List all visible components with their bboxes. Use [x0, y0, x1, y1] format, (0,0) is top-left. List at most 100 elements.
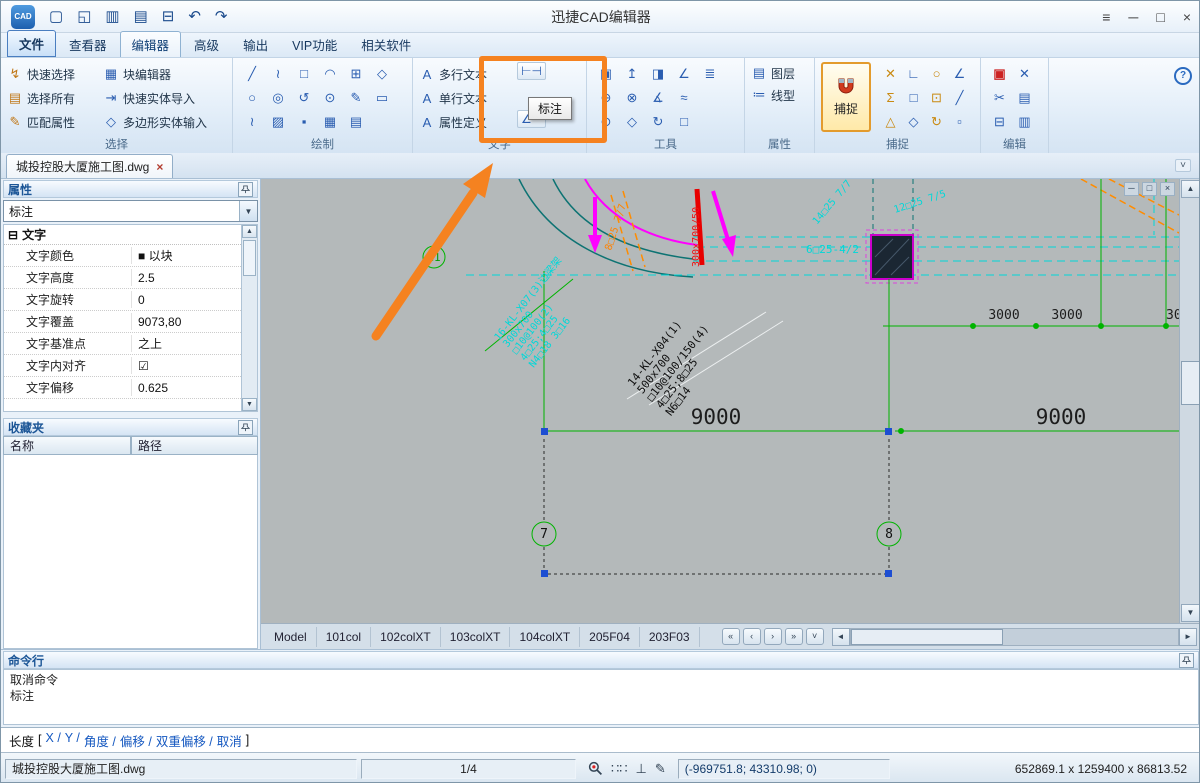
- edit-tool-icon[interactable]: ✕: [1012, 64, 1037, 84]
- ribbon-button[interactable]: ⇥ 快速实体导入: [103, 90, 229, 107]
- draw-tool-icon[interactable]: ⊞: [343, 64, 369, 84]
- selection-grips[interactable]: [541, 428, 892, 577]
- draw-tool-icon[interactable]: ◠: [317, 64, 343, 84]
- scrollbar-track[interactable]: [850, 628, 1179, 646]
- sheet-tab[interactable]: 205F04: [580, 627, 640, 647]
- property-value[interactable]: 0: [132, 293, 145, 307]
- favorites-list[interactable]: [3, 455, 258, 649]
- property-row[interactable]: 文字颜色 ■ 以块: [4, 245, 257, 267]
- tool-icon[interactable]: ≈: [671, 88, 697, 108]
- prompt-option[interactable]: 取消: [217, 731, 242, 750]
- sheet-list-icon[interactable]: ˅: [806, 628, 824, 645]
- draw-tool-icon[interactable]: ▤: [343, 112, 369, 132]
- scroll-right-icon[interactable]: ►: [1179, 628, 1197, 646]
- property-row[interactable]: 文字覆盖 9073,80: [4, 311, 257, 333]
- edit-tool-icon[interactable]: ▤: [1012, 88, 1037, 108]
- property-row[interactable]: 文字高度 2.5: [4, 267, 257, 289]
- ribbon-button[interactable]: ◇ 多边形实体输入: [103, 114, 229, 131]
- tool-icon[interactable]: ↻: [645, 112, 671, 132]
- sheet-tab[interactable]: 102colXT: [371, 627, 441, 647]
- osnap-icon[interactable]: △: [879, 112, 902, 132]
- doc-close-icon[interactable]: ×: [1160, 182, 1175, 196]
- vertical-scrollbar[interactable]: ▲ ▼: [1179, 179, 1200, 623]
- cad-drawing[interactable]: C178 9000900030003000306□25-4/214□25 7/7…: [261, 179, 1179, 623]
- tab-file[interactable]: 文件: [7, 30, 56, 57]
- object-type-select[interactable]: 标注 ▼: [3, 200, 258, 222]
- favorites-column-name[interactable]: 名称: [3, 436, 131, 455]
- prev-sheet-icon[interactable]: ‹: [743, 628, 761, 645]
- prompt-option[interactable]: 角度: [84, 731, 116, 750]
- osnap-icon[interactable]: Σ: [879, 88, 902, 108]
- new-icon[interactable]: ▢: [49, 9, 63, 24]
- tab-list-dropdown-icon[interactable]: ˅: [1175, 159, 1191, 172]
- print-icon[interactable]: ⊟: [162, 9, 175, 24]
- prompt-option[interactable]: 偏移: [120, 731, 152, 750]
- draft-toggle-icon[interactable]: ✎: [655, 761, 666, 777]
- ribbon-button[interactable]: ≔ 线型: [751, 84, 808, 106]
- sheet-tab[interactable]: 104colXT: [510, 627, 580, 647]
- scroll-up-icon[interactable]: ▲: [1181, 180, 1200, 198]
- tab-output[interactable]: 输出: [232, 32, 279, 57]
- command-history[interactable]: 取消命令标注: [3, 669, 1199, 725]
- tab-vip[interactable]: VIP功能: [281, 32, 348, 57]
- draw-tool-icon[interactable]: ✎: [343, 88, 369, 108]
- edit-tool-icon[interactable]: ▣: [987, 64, 1012, 84]
- redo-icon[interactable]: ↷: [215, 9, 228, 24]
- tool-icon[interactable]: ⊗: [619, 88, 645, 108]
- first-sheet-icon[interactable]: «: [722, 628, 740, 645]
- undo-icon[interactable]: ↶: [188, 9, 201, 24]
- next-sheet-icon[interactable]: ›: [764, 628, 782, 645]
- property-value[interactable]: 之上: [132, 335, 162, 352]
- draw-tool-icon[interactable]: ◎: [265, 88, 291, 108]
- draw-tool-icon[interactable]: ╱: [239, 64, 265, 84]
- tool-icon[interactable]: ⊙: [593, 112, 619, 132]
- property-row[interactable]: 文字旋转 0: [4, 289, 257, 311]
- tool-icon[interactable]: ↥: [619, 64, 645, 84]
- snap-toggle-button[interactable]: 捕捉: [821, 62, 871, 132]
- prompt-option[interactable]: 双重偏移: [156, 731, 213, 750]
- sheet-tab[interactable]: 203F03: [640, 627, 700, 647]
- expander-icon[interactable]: ⊟: [8, 228, 18, 242]
- scrollbar-thumb[interactable]: [1181, 361, 1200, 405]
- horizontal-scrollbar[interactable]: ◄ ►: [832, 628, 1197, 645]
- osnap-icon[interactable]: ╱: [948, 88, 971, 108]
- draw-tool-icon[interactable]: ◇: [369, 64, 395, 84]
- help-icon[interactable]: ?: [1174, 67, 1192, 85]
- osnap-icon[interactable]: ∟: [902, 64, 925, 84]
- tab-related[interactable]: 相关软件: [350, 32, 422, 57]
- document-tab-close-icon[interactable]: ×: [156, 160, 163, 174]
- property-section-header[interactable]: ⊟ 文字: [4, 225, 257, 245]
- prompt-option[interactable]: Y: [65, 731, 80, 750]
- sheet-tab[interactable]: 101col: [317, 627, 371, 647]
- ribbon-button[interactable]: ▤ 图层: [751, 62, 808, 84]
- tool-icon[interactable]: ⊕: [593, 88, 619, 108]
- draw-tool-icon[interactable]: ▭: [369, 88, 395, 108]
- edit-tool-icon[interactable]: ▥: [1012, 112, 1037, 132]
- ribbon-button[interactable]: ↯ 快速选择: [7, 66, 103, 83]
- scrollbar-thumb[interactable]: [243, 240, 256, 276]
- tool-icon[interactable]: ∡: [645, 88, 671, 108]
- draw-tool-icon[interactable]: ▨: [265, 112, 291, 132]
- tool-icon[interactable]: ▣: [593, 64, 619, 84]
- property-value[interactable]: 0.625: [132, 381, 168, 395]
- draw-tool-icon[interactable]: ⊙: [317, 88, 343, 108]
- sheet-tab[interactable]: 103colXT: [441, 627, 511, 647]
- tab-advanced[interactable]: 高级: [183, 32, 230, 57]
- edit-tool-icon[interactable]: ⊟: [987, 112, 1012, 132]
- scrollbar-thumb[interactable]: [851, 629, 1004, 645]
- doc-restore-icon[interactable]: □: [1142, 182, 1157, 196]
- property-value[interactable]: 9073,80: [132, 315, 181, 329]
- menu-icon[interactable]: ≡: [1102, 9, 1110, 25]
- sheet-tab[interactable]: Model: [265, 627, 317, 647]
- property-value[interactable]: ☑: [132, 359, 149, 373]
- chevron-down-icon[interactable]: ▼: [239, 201, 257, 221]
- draw-tool-icon[interactable]: ▪: [291, 112, 317, 132]
- draw-tool-icon[interactable]: ≀: [265, 64, 291, 84]
- ribbon-button[interactable]: ✎ 匹配属性: [7, 114, 103, 131]
- close-button[interactable]: ×: [1183, 9, 1191, 25]
- property-row[interactable]: 文字内对齐 ☑: [4, 355, 257, 377]
- ribbon-button[interactable]: ▦ 块编辑器: [103, 66, 229, 83]
- osnap-icon[interactable]: □: [902, 88, 925, 108]
- scroll-left-icon[interactable]: ◄: [832, 628, 850, 646]
- edit-tool-icon[interactable]: ✂: [987, 88, 1012, 108]
